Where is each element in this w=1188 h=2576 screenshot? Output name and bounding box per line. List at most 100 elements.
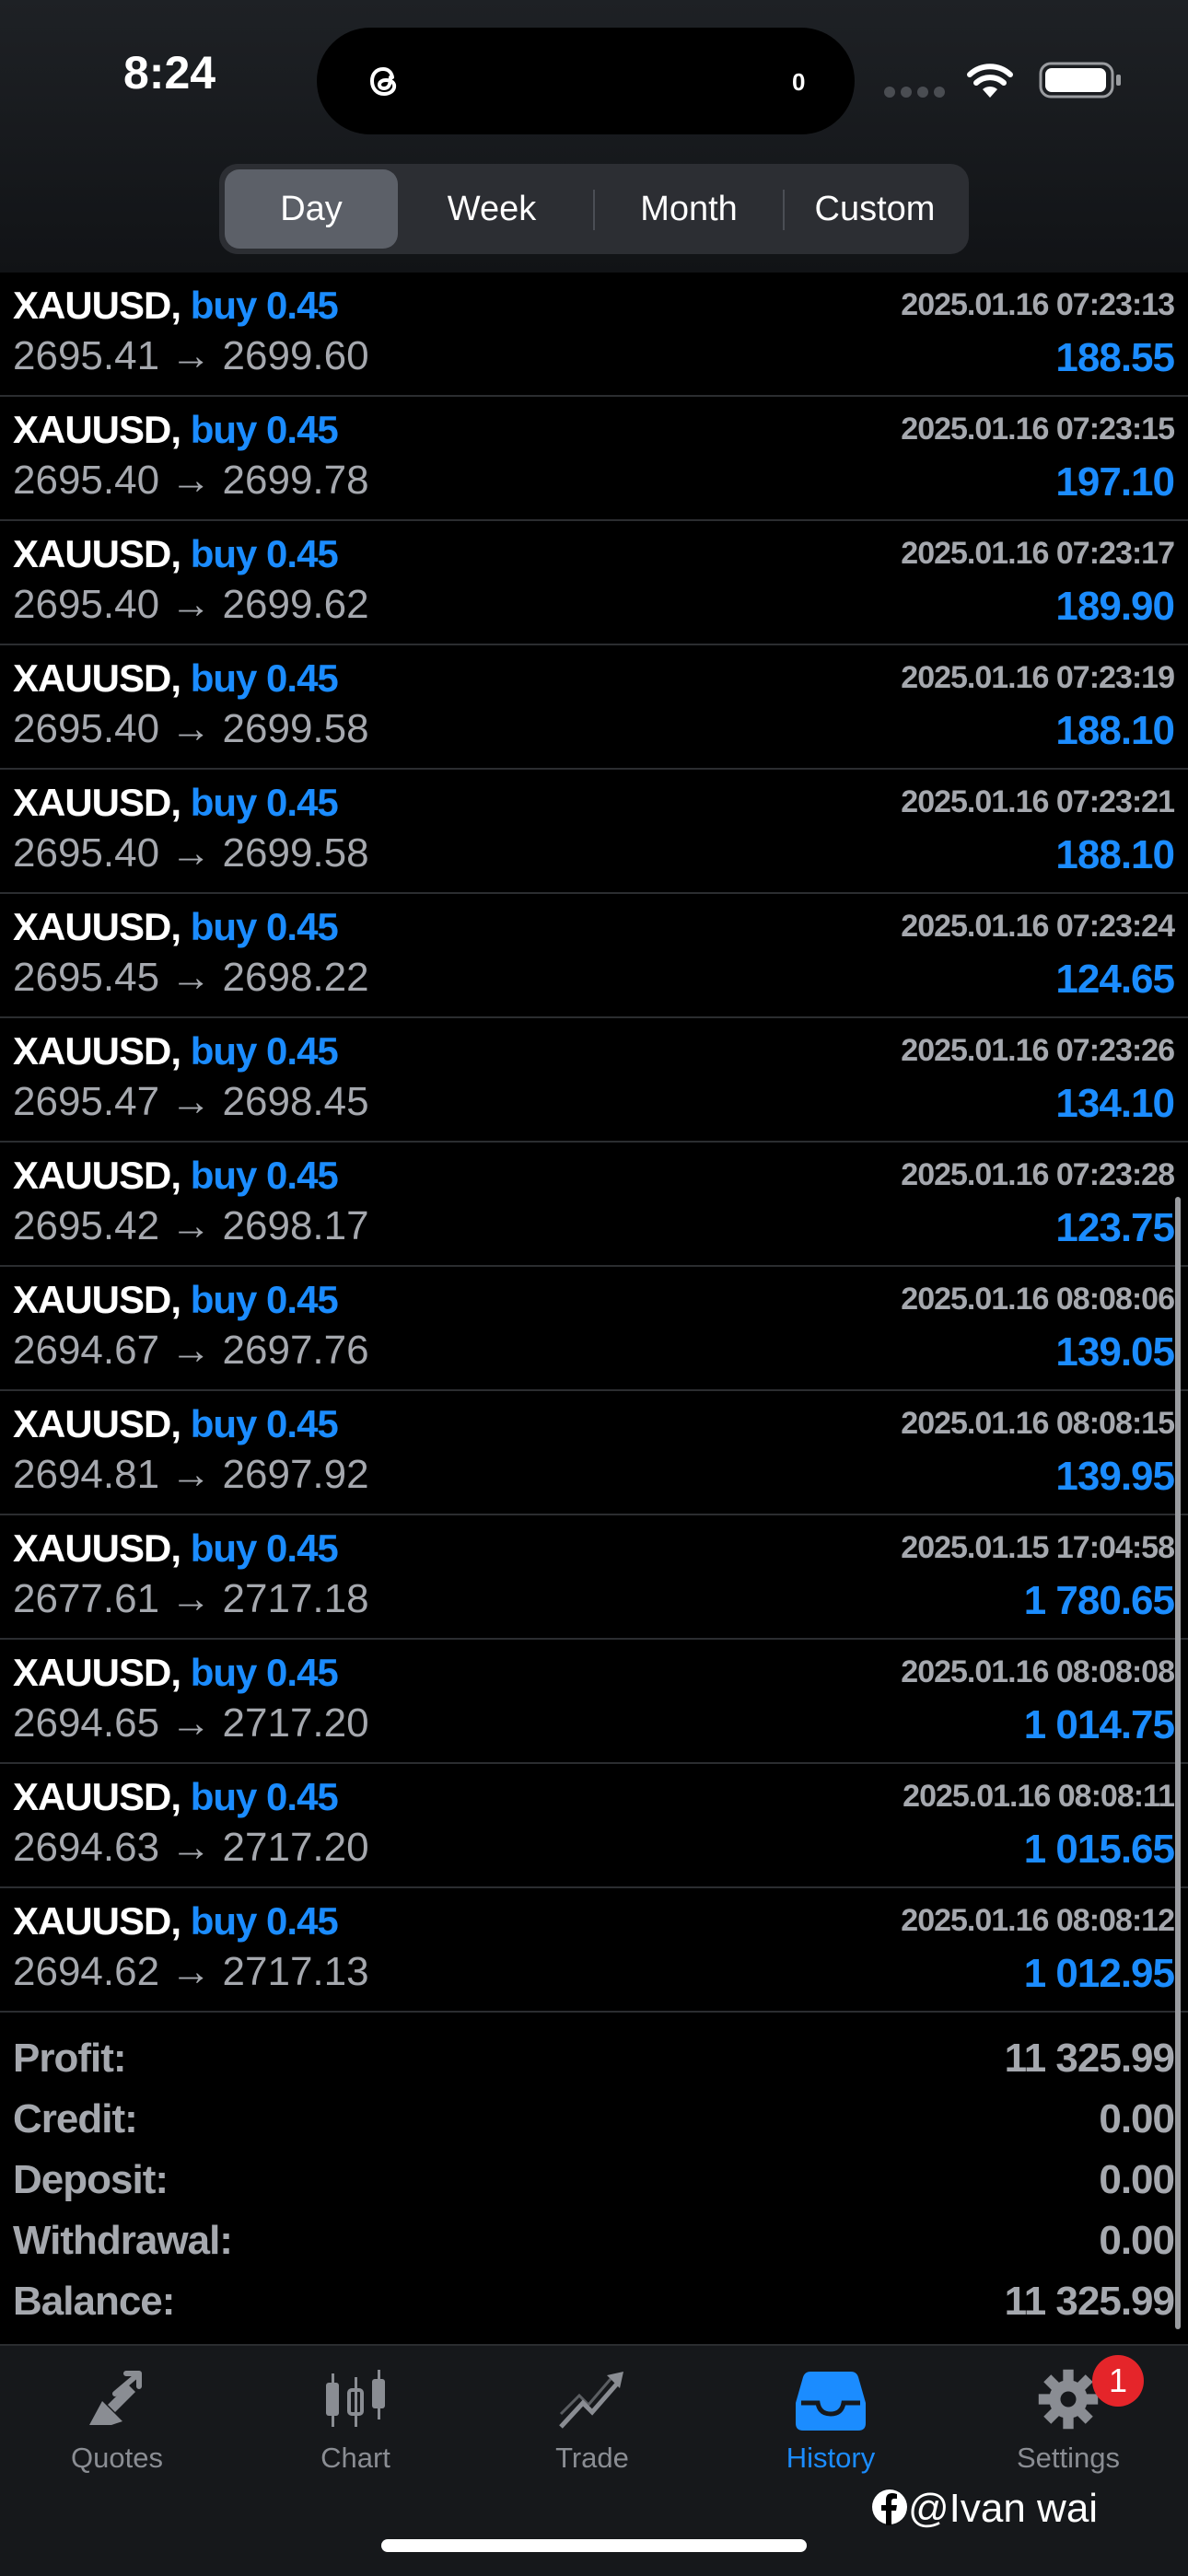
watermark: @Ivan wai bbox=[871, 2486, 1098, 2532]
deal-row[interactable]: XAUUSD, buy 0.45 2695.40 → 2699.78 2025.01… bbox=[0, 397, 1188, 521]
deal-row[interactable]: XAUUSD, buy 0.45 2694.63 → 2717.20 2025.01… bbox=[0, 1764, 1188, 1888]
deal-row[interactable]: XAUUSD, buy 0.45 2695.40 → 2699.58 2025.01… bbox=[0, 645, 1188, 770]
tab-custom[interactable]: Custom bbox=[785, 169, 965, 249]
deal-profit: 1 780.65 bbox=[1023, 1578, 1175, 1623]
deal-list: XAUUSD, buy 0.45 2695.41 → 2699.60 2025.01… bbox=[0, 273, 1188, 2013]
deal-symbol: XAUUSD, buy 0.45 bbox=[13, 656, 339, 701]
deal-close-price: 2697.76 bbox=[222, 1328, 369, 1373]
deal-symbol-name: XAUUSD, bbox=[13, 905, 181, 948]
tab-day[interactable]: Day bbox=[225, 169, 398, 249]
summary-panel: Profit: 11 325.99 Credit: 0.00 Deposit: 0.00 W… bbox=[0, 2028, 1188, 2332]
arrow-right-icon: → bbox=[170, 458, 212, 503]
deal-row[interactable]: XAUUSD, buy 0.45 2694.81 → 2697.92 2025.01… bbox=[0, 1391, 1188, 1515]
deal-time: 2025.01.15 17:04:58 bbox=[901, 1530, 1175, 1565]
deal-symbol: XAUUSD, buy 0.45 bbox=[13, 1278, 339, 1322]
deal-row[interactable]: XAUUSD, buy 0.45 2695.42 → 2698.17 2025.01… bbox=[0, 1143, 1188, 1267]
deal-row[interactable]: XAUUSD, buy 0.45 2695.41 → 2699.60 2025.01… bbox=[0, 273, 1188, 397]
tab-trade[interactable]: Trade bbox=[500, 2366, 684, 2475]
deal-profit: 124.65 bbox=[1055, 957, 1175, 1002]
summary-value: 11 325.99 bbox=[1004, 2036, 1175, 2081]
cellular-signal-icon bbox=[884, 87, 945, 98]
deal-prices: 2695.40 → 2699.58 bbox=[13, 706, 369, 752]
deal-profit: 188.10 bbox=[1055, 832, 1175, 877]
deal-close-price: 2699.78 bbox=[222, 458, 369, 503]
deal-row[interactable]: XAUUSD, buy 0.45 2694.67 → 2697.76 2025.01… bbox=[0, 1267, 1188, 1391]
deal-row[interactable]: XAUUSD, buy 0.45 2694.65 → 2717.20 2025.01… bbox=[0, 1640, 1188, 1764]
deal-prices: 2694.62 → 2717.13 bbox=[13, 1949, 369, 1995]
tab-label-settings: Settings bbox=[1016, 2442, 1120, 2474]
arrow-right-icon: → bbox=[170, 1079, 212, 1124]
deal-symbol: XAUUSD, buy 0.45 bbox=[13, 1651, 339, 1695]
deal-symbol-name: XAUUSD, bbox=[13, 1899, 181, 1943]
dynamic-island[interactable]: 0 bbox=[317, 28, 855, 134]
deal-action: buy 0.45 bbox=[190, 1029, 339, 1073]
deal-open-price: 2694.62 bbox=[13, 1949, 160, 1994]
deal-time: 2025.01.16 08:08:06 bbox=[901, 1282, 1175, 1317]
deal-row[interactable]: XAUUSD, buy 0.45 2695.47 → 2698.45 2025.01… bbox=[0, 1018, 1188, 1143]
deal-symbol-name: XAUUSD, bbox=[13, 1775, 181, 1818]
arrow-right-icon: → bbox=[170, 1949, 212, 1994]
deal-row[interactable]: XAUUSD, buy 0.45 2694.62 → 2717.13 2025.01… bbox=[0, 1888, 1188, 2013]
deal-close-price: 2699.58 bbox=[222, 830, 369, 876]
deal-symbol-name: XAUUSD, bbox=[13, 1526, 181, 1570]
deal-symbol: XAUUSD, buy 0.45 bbox=[13, 532, 339, 576]
summary-value: 0.00 bbox=[1099, 2157, 1175, 2202]
deal-open-price: 2695.40 bbox=[13, 706, 160, 751]
deal-row[interactable]: XAUUSD, buy 0.45 2695.40 → 2699.62 2025.01… bbox=[0, 521, 1188, 645]
arrow-right-icon: → bbox=[170, 582, 212, 627]
home-indicator[interactable] bbox=[381, 2539, 807, 2552]
deal-close-price: 2699.58 bbox=[222, 706, 369, 751]
segment-divider bbox=[593, 190, 595, 230]
deal-time: 2025.01.16 08:08:11 bbox=[903, 1779, 1175, 1814]
deal-prices: 2695.40 → 2699.78 bbox=[13, 458, 369, 504]
deal-prices: 2695.45 → 2698.22 bbox=[13, 955, 369, 1001]
tab-chart[interactable]: Chart bbox=[263, 2366, 448, 2475]
arrow-right-icon: → bbox=[170, 1576, 212, 1621]
deal-action: buy 0.45 bbox=[190, 408, 339, 451]
deal-symbol: XAUUSD, buy 0.45 bbox=[13, 1899, 339, 1944]
tab-label-trade: Trade bbox=[555, 2442, 629, 2474]
candlestick-icon bbox=[326, 2370, 385, 2427]
summary-label: Credit: bbox=[13, 2096, 138, 2141]
deal-action: buy 0.45 bbox=[190, 1651, 339, 1694]
deal-action: buy 0.45 bbox=[190, 1278, 339, 1321]
deal-action: buy 0.45 bbox=[190, 1154, 339, 1197]
summary-value: 11 325.99 bbox=[1004, 2279, 1175, 2324]
deal-time: 2025.01.16 08:08:12 bbox=[901, 1903, 1175, 1938]
arrow-right-icon: → bbox=[170, 955, 212, 1000]
deal-profit: 197.10 bbox=[1055, 459, 1175, 505]
deal-open-price: 2694.67 bbox=[13, 1328, 160, 1373]
scrollbar[interactable] bbox=[1175, 1197, 1181, 2329]
deal-profit: 188.10 bbox=[1055, 708, 1175, 753]
tab-week[interactable]: Week bbox=[400, 169, 584, 249]
deal-profit: 189.90 bbox=[1055, 584, 1175, 629]
trade-icon bbox=[559, 2372, 623, 2429]
summary-row: Deposit: 0.00 bbox=[0, 2150, 1188, 2210]
deal-prices: 2677.61 → 2717.18 bbox=[13, 1576, 369, 1622]
deal-symbol: XAUUSD, buy 0.45 bbox=[13, 284, 339, 328]
deal-row[interactable]: XAUUSD, buy 0.45 2677.61 → 2717.18 2025.01… bbox=[0, 1515, 1188, 1640]
summary-value: 0.00 bbox=[1099, 2218, 1175, 2263]
deal-action: buy 0.45 bbox=[190, 905, 339, 948]
deal-action: buy 0.45 bbox=[190, 656, 339, 700]
deal-profit: 139.05 bbox=[1055, 1329, 1175, 1375]
summary-row: Credit: 0.00 bbox=[0, 2089, 1188, 2150]
deal-symbol: XAUUSD, buy 0.45 bbox=[13, 1154, 339, 1198]
tab-history[interactable]: History bbox=[739, 2366, 923, 2475]
tab-month[interactable]: Month bbox=[597, 169, 781, 249]
arrow-right-icon: → bbox=[170, 1203, 212, 1248]
deal-symbol-name: XAUUSD, bbox=[13, 1278, 181, 1321]
deal-symbol-name: XAUUSD, bbox=[13, 1402, 181, 1445]
deal-symbol: XAUUSD, buy 0.45 bbox=[13, 408, 339, 452]
tab-quotes[interactable]: Quotes bbox=[25, 2366, 209, 2475]
arrow-right-icon: → bbox=[170, 706, 212, 751]
deal-time: 2025.01.16 07:23:26 bbox=[901, 1033, 1175, 1068]
deal-row[interactable]: XAUUSD, buy 0.45 2695.45 → 2698.22 2025.01… bbox=[0, 894, 1188, 1018]
summary-value: 0.00 bbox=[1099, 2096, 1175, 2141]
deal-symbol-name: XAUUSD, bbox=[13, 532, 181, 575]
deal-row[interactable]: XAUUSD, buy 0.45 2695.40 → 2699.58 2025.01… bbox=[0, 770, 1188, 894]
deal-profit: 1 014.75 bbox=[1023, 1702, 1175, 1747]
deal-prices: 2695.41 → 2699.60 bbox=[13, 333, 369, 379]
deal-open-price: 2695.45 bbox=[13, 955, 160, 1000]
deal-close-price: 2699.60 bbox=[222, 333, 369, 378]
